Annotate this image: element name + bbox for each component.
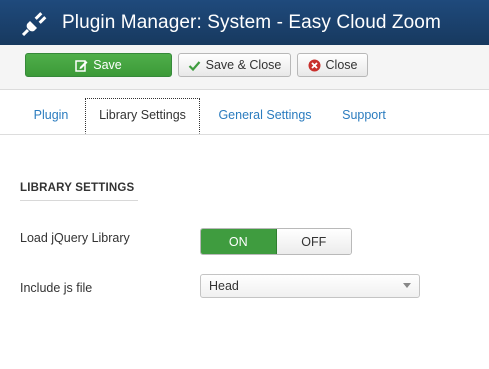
section-title: LIBRARY SETTINGS	[20, 182, 139, 201]
jquery-off-button[interactable]: OFF	[276, 229, 351, 254]
edit-icon	[75, 59, 88, 72]
page-title: Plugin Manager: System - Easy Cloud Zoom	[62, 11, 441, 33]
jsfile-select-value: Head	[209, 279, 239, 293]
jsfile-label: Include js file	[20, 281, 93, 295]
save-close-label: Save & Close	[205, 58, 282, 72]
tab-library-settings[interactable]: Library Settings	[85, 98, 200, 134]
toolbar: Save Save & Close Close	[0, 45, 489, 90]
jquery-toggle: ON OFF	[200, 228, 352, 255]
close-button[interactable]: Close	[297, 53, 368, 77]
title-bar: Plugin Manager: System - Easy Cloud Zoom	[0, 0, 489, 45]
tab-plugin[interactable]: Plugin	[20, 98, 82, 133]
save-label: Save	[93, 58, 122, 72]
close-label: Close	[325, 58, 358, 72]
close-circle-icon	[308, 59, 321, 71]
save-close-button[interactable]: Save & Close	[178, 53, 291, 77]
tab-general-settings[interactable]: General Settings	[206, 98, 324, 133]
save-button[interactable]: Save	[25, 53, 172, 77]
jquery-on-button[interactable]: ON	[201, 229, 277, 254]
tab-bar: Plugin Library Settings General Settings…	[0, 98, 489, 135]
plug-icon	[22, 11, 47, 36]
tab-support[interactable]: Support	[332, 98, 396, 133]
chevron-down-icon	[403, 283, 411, 288]
checkmark-icon	[188, 60, 200, 71]
jquery-label: Load jQuery Library	[20, 231, 130, 245]
jsfile-select[interactable]: Head	[200, 274, 420, 298]
